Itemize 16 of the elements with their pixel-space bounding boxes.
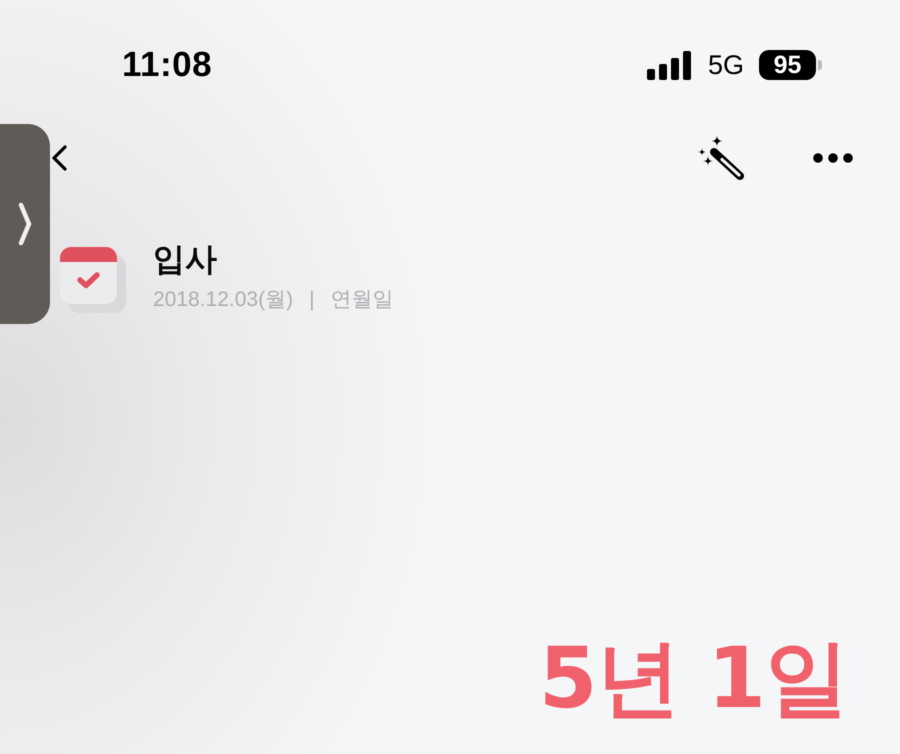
date-format-label: 연월일 xyxy=(330,287,394,313)
side-panel-tab[interactable] xyxy=(0,124,50,324)
signal-icon xyxy=(646,50,693,80)
battery-level: 95 xyxy=(759,50,816,80)
chevron-right-icon xyxy=(18,202,32,246)
network-label: 5G xyxy=(708,50,744,80)
event-title: 입사 xyxy=(153,240,218,278)
status-time: 11:08 xyxy=(122,45,212,85)
elapsed-time: 5년 1일 xyxy=(538,628,848,728)
calendar-check-icon xyxy=(60,247,126,313)
separator-text: | xyxy=(309,287,315,313)
back-button[interactable] xyxy=(50,144,68,172)
battery-cap-icon xyxy=(818,60,822,70)
magic-wand-button[interactable] xyxy=(697,135,745,181)
more-button[interactable] xyxy=(813,153,853,163)
event-date: 2018.12.03(월) xyxy=(153,287,294,313)
